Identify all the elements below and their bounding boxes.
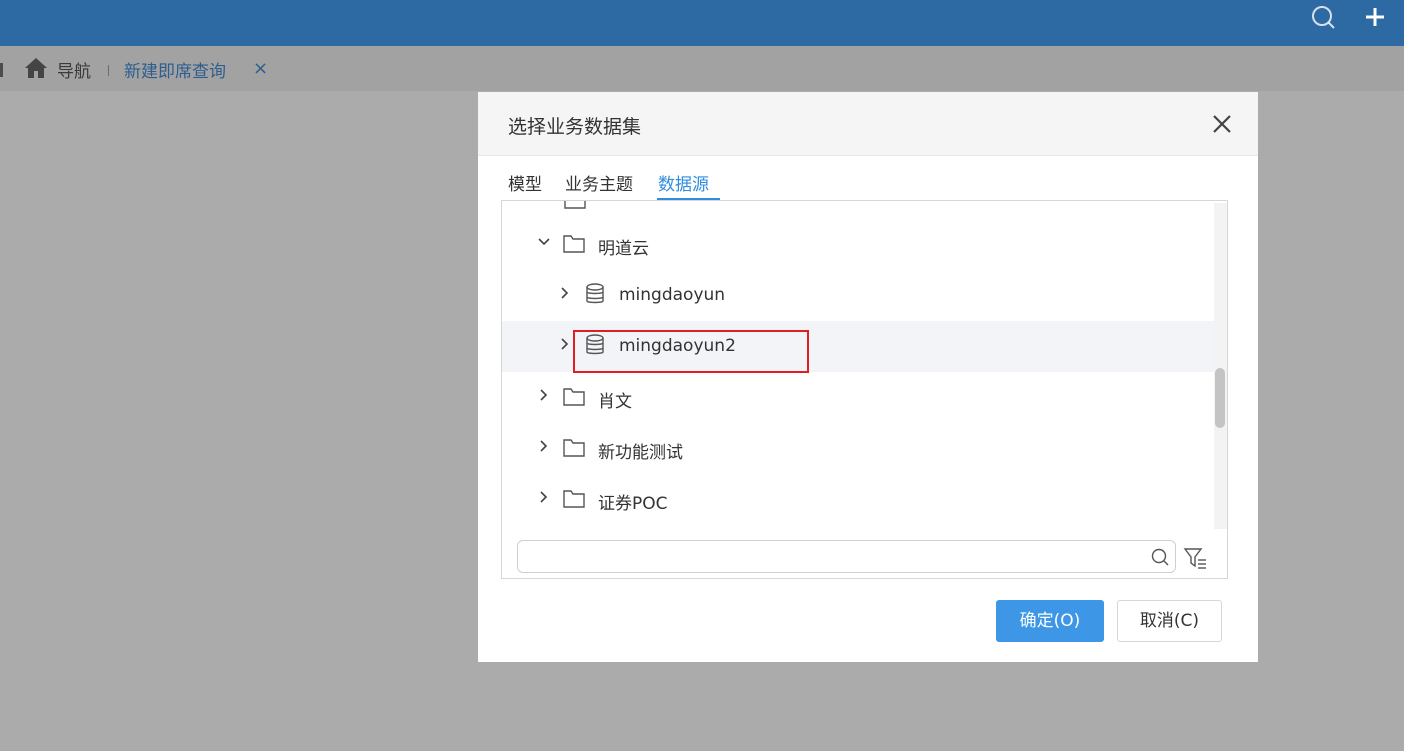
- tab-close-icon[interactable]: ×: [253, 59, 268, 79]
- confirm-button[interactable]: 确定(O): [996, 600, 1104, 642]
- tree-item-mingdaoyun-folder[interactable]: 明道云: [502, 219, 1214, 270]
- folder-icon: [563, 439, 585, 457]
- cancel-button[interactable]: 取消(C): [1117, 600, 1222, 642]
- folder-icon: [563, 388, 585, 406]
- tree-item-securities-poc-folder[interactable]: 证券POC: [502, 474, 1214, 525]
- folder-icon: [563, 235, 585, 253]
- tab-separator: [108, 65, 109, 76]
- database-icon: [586, 283, 604, 304]
- tab-bar-edge: [0, 63, 3, 77]
- plus-icon[interactable]: [1362, 4, 1390, 32]
- tab-bar: 导航 新建即席查询 ×: [0, 46, 1404, 91]
- chevron-right-icon[interactable]: [558, 286, 572, 300]
- search-icon[interactable]: [1309, 4, 1337, 32]
- chevron-right-icon[interactable]: [537, 490, 551, 504]
- chevron-right-icon[interactable]: [558, 337, 572, 351]
- tree-item-label: mingdaoyun2: [619, 336, 736, 356]
- tab-datasource[interactable]: 数据源: [658, 170, 709, 195]
- tab-business-topic[interactable]: 业务主题: [565, 170, 633, 195]
- partial-tree-row: [502, 201, 1214, 209]
- database-icon: [586, 334, 604, 355]
- tree-item-xiaowen-folder[interactable]: 肖文: [502, 372, 1214, 423]
- tree-scrollbar[interactable]: [1214, 203, 1227, 529]
- chevron-right-icon[interactable]: [537, 388, 551, 402]
- dialog-header: 选择业务数据集: [478, 92, 1258, 156]
- folder-icon: [564, 201, 586, 209]
- home-icon[interactable]: [24, 57, 48, 79]
- select-dataset-dialog: 选择业务数据集 模型 业务主题 数据源 明道云 mingdaoyun mingd…: [478, 92, 1258, 662]
- tree-item-new-feature-test-folder[interactable]: 新功能测试: [502, 423, 1214, 474]
- tree-search-box: [517, 540, 1176, 573]
- tree-item-label: 证券POC: [598, 494, 668, 514]
- tab-model[interactable]: 模型: [508, 170, 542, 195]
- tree-item-label: 肖文: [598, 392, 632, 412]
- chevron-right-icon[interactable]: [537, 439, 551, 453]
- scrollbar-thumb[interactable]: [1215, 368, 1225, 428]
- tree-item-label: 明道云: [598, 239, 649, 259]
- top-bar: [0, 0, 1404, 46]
- tree-item-label: 新功能测试: [598, 443, 683, 463]
- chevron-down-icon[interactable]: [537, 235, 551, 249]
- dialog-title: 选择业务数据集: [508, 116, 642, 138]
- tree-item-label: mingdaoyun: [619, 285, 726, 305]
- search-icon[interactable]: [1150, 547, 1170, 567]
- datasource-tree: 明道云 mingdaoyun mingdaoyun2 肖文 新功能测试 证券PO…: [501, 200, 1228, 579]
- folder-icon: [563, 490, 585, 508]
- close-icon[interactable]: [1210, 112, 1234, 136]
- tree-search-input[interactable]: [526, 545, 1145, 569]
- nav-tab-label[interactable]: 导航: [57, 57, 91, 82]
- active-tab-label[interactable]: 新建即席查询: [124, 57, 226, 82]
- tree-item-mingdaoyun[interactable]: mingdaoyun: [502, 270, 1214, 321]
- tree-item-mingdaoyun2[interactable]: mingdaoyun2: [502, 321, 1214, 372]
- filter-icon[interactable]: [1183, 546, 1207, 570]
